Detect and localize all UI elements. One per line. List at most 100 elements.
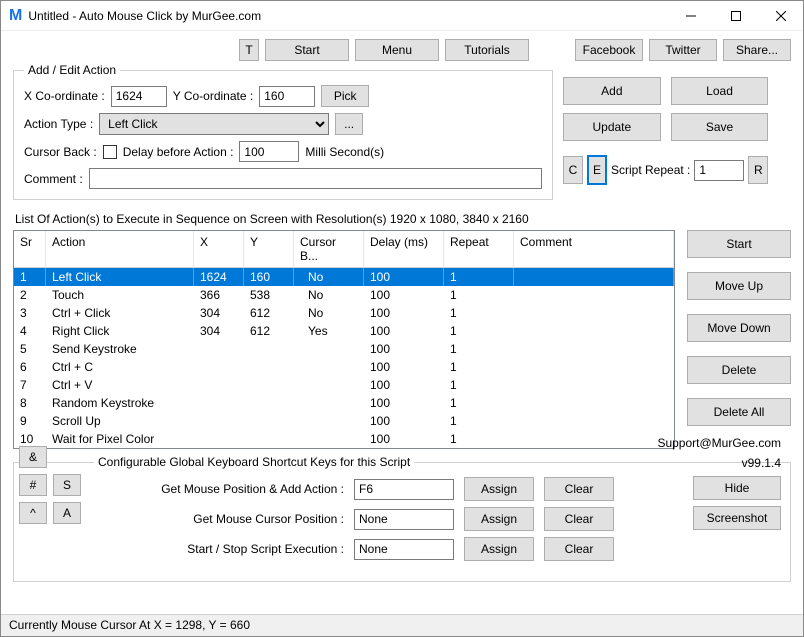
assign-button[interactable]: Assign bbox=[464, 507, 534, 531]
update-button[interactable]: Update bbox=[563, 113, 661, 141]
cell-action: Send Keystroke bbox=[46, 340, 194, 358]
cell-comment bbox=[514, 304, 674, 322]
share-button[interactable]: Share... bbox=[723, 39, 791, 61]
hide-button[interactable]: Hide bbox=[693, 476, 781, 500]
start-button[interactable]: Start bbox=[687, 230, 791, 258]
status-bar: Currently Mouse Cursor At X = 1298, Y = … bbox=[1, 614, 803, 636]
table-row[interactable]: 9Scroll Up1001 bbox=[14, 412, 674, 430]
delay-unit: Milli Second(s) bbox=[305, 145, 384, 159]
table-row[interactable]: 5Send Keystroke1001 bbox=[14, 340, 674, 358]
pick-button[interactable]: Pick bbox=[321, 85, 369, 107]
cursor-back-label: Cursor Back : bbox=[24, 145, 97, 159]
tutorials-button[interactable]: Tutorials bbox=[445, 39, 529, 61]
shortcut-input[interactable] bbox=[354, 539, 454, 560]
deleteall-button[interactable]: Delete All bbox=[687, 398, 791, 426]
twitter-button[interactable]: Twitter bbox=[649, 39, 717, 61]
col-action[interactable]: Action bbox=[46, 231, 194, 268]
a-button[interactable]: A bbox=[53, 502, 81, 524]
close-button[interactable] bbox=[758, 1, 803, 31]
shortcut-input[interactable] bbox=[354, 509, 454, 530]
list-side-buttons: Start Move Up Move Down Delete Delete Al… bbox=[687, 230, 791, 449]
screenshot-button[interactable]: Screenshot bbox=[693, 506, 781, 530]
actions-table[interactable]: Sr Action X Y Cursor B... Delay (ms) Rep… bbox=[13, 230, 675, 449]
cell-sr: 6 bbox=[14, 358, 46, 376]
table-row[interactable]: 8Random Keystroke1001 bbox=[14, 394, 674, 412]
cell-delay: 100 bbox=[364, 376, 444, 394]
assign-button[interactable]: Assign bbox=[464, 537, 534, 561]
edit-action-group: Add / Edit Action X Co-ordinate : Y Co-o… bbox=[13, 63, 553, 200]
moveup-button[interactable]: Move Up bbox=[687, 272, 791, 300]
cell-comment bbox=[514, 286, 674, 304]
status-text: Currently Mouse Cursor At X = 1298, Y = … bbox=[9, 618, 250, 632]
cell-x bbox=[194, 358, 244, 376]
menu-button[interactable]: Menu bbox=[355, 39, 439, 61]
action-more-button[interactable]: ... bbox=[335, 113, 363, 135]
start-top-button[interactable]: Start bbox=[265, 39, 349, 61]
repeat-input[interactable] bbox=[694, 160, 744, 181]
add-button[interactable]: Add bbox=[563, 77, 661, 105]
table-row[interactable]: 3Ctrl + Click304612No1001 bbox=[14, 304, 674, 322]
cursor-back-checkbox[interactable] bbox=[103, 145, 117, 159]
shortcut-input[interactable] bbox=[354, 479, 454, 500]
facebook-button[interactable]: Facebook bbox=[575, 39, 643, 61]
cell-repeat: 1 bbox=[444, 394, 514, 412]
cell-action: Random Keystroke bbox=[46, 394, 194, 412]
table-row[interactable]: 6Ctrl + C1001 bbox=[14, 358, 674, 376]
cell-delay: 100 bbox=[364, 358, 444, 376]
cell-delay: 100 bbox=[364, 430, 444, 448]
y-input[interactable] bbox=[259, 86, 315, 107]
cell-sr: 3 bbox=[14, 304, 46, 322]
table-row[interactable]: 7Ctrl + V1001 bbox=[14, 376, 674, 394]
caret-button[interactable]: ^ bbox=[19, 502, 47, 524]
clear-button[interactable]: Clear bbox=[544, 507, 614, 531]
clear-button[interactable]: Clear bbox=[544, 477, 614, 501]
cell-cursor bbox=[294, 340, 364, 358]
s-button[interactable]: S bbox=[53, 474, 81, 496]
r-button[interactable]: R bbox=[748, 156, 768, 184]
action-type-select[interactable]: Left Click bbox=[99, 113, 329, 135]
col-delay[interactable]: Delay (ms) bbox=[364, 231, 444, 268]
cell-cursor bbox=[294, 412, 364, 430]
table-row[interactable]: 10Wait for Pixel Color1001 bbox=[14, 430, 674, 448]
cell-delay: 100 bbox=[364, 412, 444, 430]
col-repeat[interactable]: Repeat bbox=[444, 231, 514, 268]
hash-button[interactable]: # bbox=[19, 474, 47, 496]
delete-button[interactable]: Delete bbox=[687, 356, 791, 384]
x-input[interactable] bbox=[111, 86, 167, 107]
symbol-buttons: & # S ^ A bbox=[19, 446, 81, 524]
edit-legend: Add / Edit Action bbox=[24, 63, 120, 77]
shortcut-label: Start / Stop Script Execution : bbox=[94, 542, 344, 556]
e-button[interactable]: E bbox=[587, 155, 607, 185]
comment-input[interactable] bbox=[89, 168, 542, 189]
titlebar: M Untitled - Auto Mouse Click by MurGee.… bbox=[1, 1, 803, 31]
cell-comment bbox=[514, 376, 674, 394]
cell-action: Ctrl + Click bbox=[46, 304, 194, 322]
col-sr[interactable]: Sr bbox=[14, 231, 46, 268]
load-button[interactable]: Load bbox=[671, 77, 769, 105]
delay-label: Delay before Action : bbox=[123, 145, 234, 159]
cell-sr: 4 bbox=[14, 322, 46, 340]
cell-delay: 100 bbox=[364, 268, 444, 286]
table-row[interactable]: 2Touch366538No1001 bbox=[14, 286, 674, 304]
amp-button[interactable]: & bbox=[19, 446, 47, 468]
col-x[interactable]: X bbox=[194, 231, 244, 268]
cell-y: 538 bbox=[244, 286, 294, 304]
c-button[interactable]: C bbox=[563, 156, 583, 184]
delay-input[interactable] bbox=[239, 141, 299, 162]
movedown-button[interactable]: Move Down bbox=[687, 314, 791, 342]
support-link[interactable]: Support@MurGee.com bbox=[657, 436, 781, 450]
table-row[interactable]: 1Left Click1624160No1001 bbox=[14, 268, 674, 286]
assign-button[interactable]: Assign bbox=[464, 477, 534, 501]
minimize-button[interactable] bbox=[668, 1, 713, 31]
col-y[interactable]: Y bbox=[244, 231, 294, 268]
table-row[interactable]: 4Right Click304612Yes1001 bbox=[14, 322, 674, 340]
maximize-button[interactable] bbox=[713, 1, 758, 31]
save-button[interactable]: Save bbox=[671, 113, 769, 141]
col-comment[interactable]: Comment bbox=[514, 231, 674, 268]
clear-button[interactable]: Clear bbox=[544, 537, 614, 561]
t-button[interactable]: T bbox=[239, 39, 259, 61]
app-window: M Untitled - Auto Mouse Click by MurGee.… bbox=[0, 0, 804, 637]
col-cursor[interactable]: Cursor B... bbox=[294, 231, 364, 268]
cell-cursor: No bbox=[294, 304, 364, 322]
cell-delay: 100 bbox=[364, 322, 444, 340]
